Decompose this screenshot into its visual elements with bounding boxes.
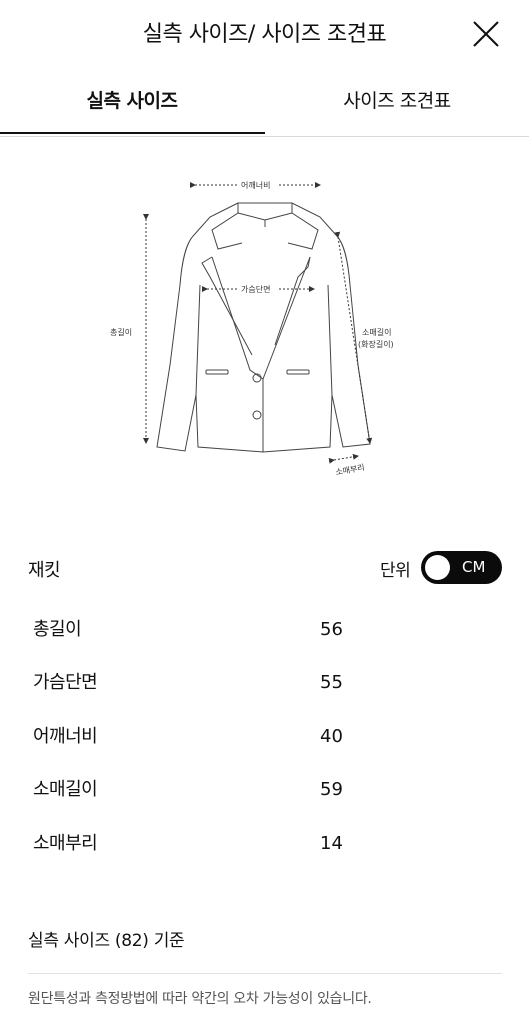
tab-measured-size[interactable]: 실측 사이즈 [0,66,264,136]
unit-value: CM [462,558,486,576]
close-button[interactable] [466,14,506,54]
sleeve-length-alt-label: (화장길이) [358,339,394,349]
size-label: 어깨너비 [33,726,98,747]
divider [28,973,502,974]
unit-label: 단위 [380,561,411,581]
measurement-note: 원단특성과 측정방법에 따라 약간의 오차 가능성이 있습니다. [28,991,372,1007]
page-title: 실측 사이즈/ 사이즈 조견표 [142,22,387,47]
sleeve-opening-label: 소매부리 [335,463,366,477]
size-value: 14 [320,833,343,854]
size-label: 총길이 [33,619,82,640]
size-value: 40 [320,726,343,747]
size-value: 55 [320,672,343,693]
toggle-knob [425,555,450,580]
unit-toggle[interactable]: CM [421,551,502,584]
size-value: 59 [320,779,343,800]
header: 실측 사이즈/ 사이즈 조견표 [0,0,529,66]
size-row: 총길이 56 [0,603,529,656]
size-label: 가슴단면 [33,672,98,693]
shoulder-label: 어깨너비 [241,180,270,190]
size-basis-text: 실측 사이즈 (82) 기준 [28,931,185,951]
size-label: 소매길이 [33,779,98,800]
chest-label: 가슴단면 [241,284,270,294]
size-row: 가슴단면 55 [0,656,529,709]
close-icon [473,21,499,47]
sleeve-length-label: 소매길이 [362,327,391,337]
size-row: 소매길이 59 [0,763,529,816]
size-label: 소매부리 [33,833,98,854]
tab-bar: 실측 사이즈 사이즈 조견표 [0,66,529,137]
size-row: 소매부리 14 [0,817,529,870]
active-tab-indicator [0,132,265,134]
product-name: 재킷 [28,560,61,581]
tab-size-chart[interactable]: 사이즈 조견표 [265,66,529,136]
jacket-illustration [156,202,371,453]
size-value: 56 [320,619,343,640]
jacket-measurement-diagram: 어깨너비 가슴단면 총길이 소매길이 (화장길이) 소매부리 [110,179,394,477]
total-length-label: 총길이 [110,327,132,337]
size-row: 어깨너비 40 [0,710,529,763]
